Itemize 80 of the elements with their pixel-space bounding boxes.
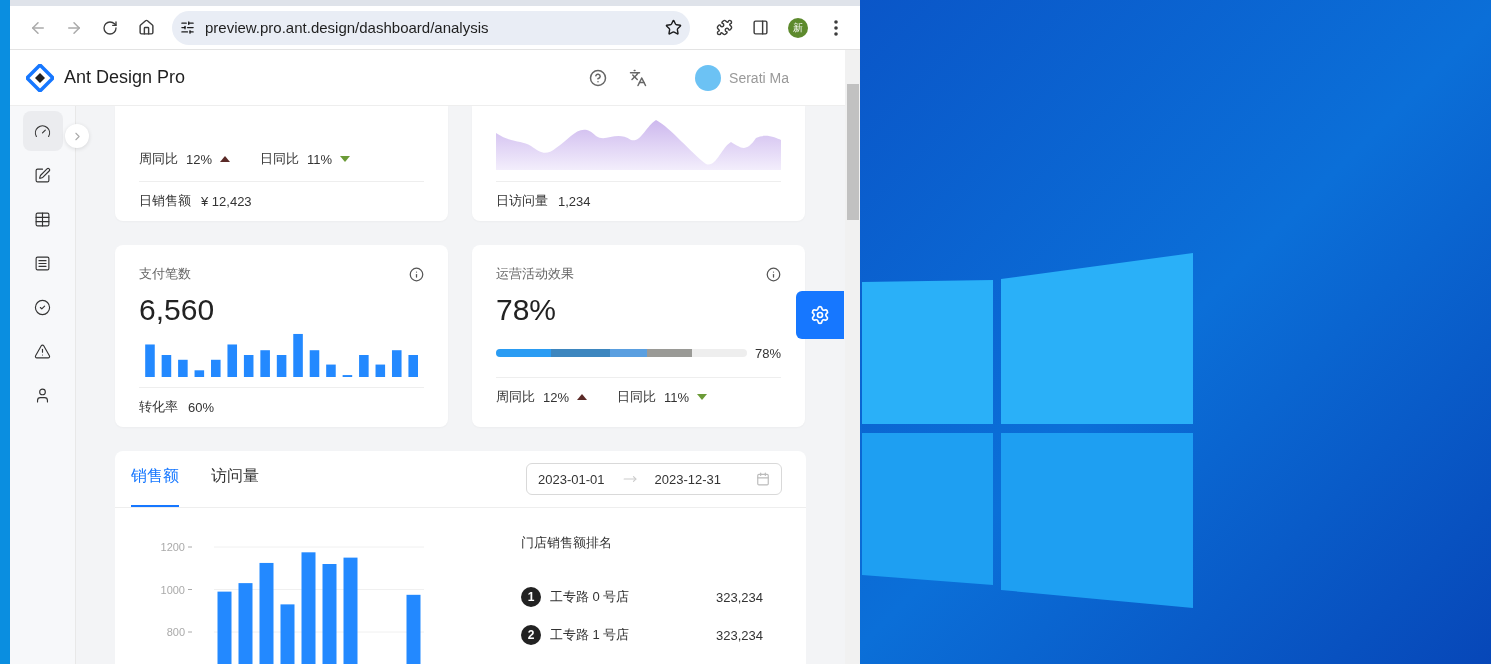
sparkline-bar <box>359 355 369 377</box>
footer-label: 日访问量 <box>496 192 548 210</box>
store-name: 工专路 1 号店 <box>550 626 631 644</box>
footer-value: 1,234 <box>558 193 591 209</box>
sparkline-bar <box>178 359 188 377</box>
dashboard-icon <box>34 122 51 140</box>
trend-value: 11% <box>307 151 333 167</box>
sparkline-bar <box>145 344 155 377</box>
chart-bar <box>406 594 421 664</box>
card-title: 运营活动效果 <box>496 265 574 283</box>
end-date: 2023-12-31 <box>654 471 721 487</box>
info-icon <box>409 266 424 282</box>
date-range-picker[interactable]: 2023-01-01 2023-12-31 <box>526 463 782 495</box>
puzzle-icon <box>715 19 733 36</box>
tab[interactable]: 访问量 <box>211 466 259 507</box>
app-name: Ant Design Pro <box>64 67 187 88</box>
sparkline-bar <box>161 355 172 377</box>
trend-label: 日同比 <box>617 388 657 406</box>
logo-icon <box>26 63 54 92</box>
trend-value: 12% <box>543 389 570 405</box>
start-date: 2023-01-01 <box>538 471 605 487</box>
chart-bar <box>280 604 295 664</box>
help-icon[interactable] <box>589 68 608 87</box>
footer-label: 转化率 <box>139 398 178 416</box>
settings-icon <box>810 305 830 325</box>
axis-tick-label: 1000 <box>160 583 185 596</box>
reload-icon <box>102 19 118 36</box>
sparkline-bar <box>326 364 336 377</box>
sparkline-bar <box>293 333 303 377</box>
check-circle-icon <box>34 298 51 316</box>
settings-button[interactable] <box>796 291 844 339</box>
sparkline-bar <box>375 364 386 377</box>
store-sales: 323,234 <box>716 589 763 605</box>
sparkline-bar <box>243 355 254 377</box>
profile-avatar[interactable]: 新 <box>788 17 808 38</box>
calendar-icon <box>756 472 770 486</box>
warning-icon <box>34 342 51 360</box>
trend-label: 日同比 <box>260 150 300 168</box>
store-name: 工专路 0 号店 <box>550 588 631 606</box>
home-icon <box>137 19 155 36</box>
url-text: preview.pro.ant.design/dashboard/analysis <box>205 19 490 36</box>
list-icon <box>34 254 51 272</box>
sparkline-bar <box>276 355 287 377</box>
trend-label: 周同比 <box>496 388 535 406</box>
site-settings-icon <box>180 20 195 35</box>
store-sales: 323,234 <box>716 627 763 643</box>
rank-number: 2 <box>521 625 541 645</box>
stat-value: 78% <box>496 292 558 328</box>
stat-value: 6,560 <box>139 292 216 328</box>
table-icon <box>34 210 51 228</box>
sparkline-bar <box>392 350 402 377</box>
sparkline-bar <box>342 375 353 377</box>
scrollbar[interactable] <box>845 50 860 664</box>
translate-icon[interactable] <box>629 68 648 87</box>
more-icon <box>834 19 838 36</box>
footer-value: 60% <box>188 399 215 415</box>
side-panel-icon <box>751 19 769 36</box>
edit-icon <box>34 166 51 184</box>
address-bar[interactable]: preview.pro.ant.design/dashboard/analysis <box>172 10 690 45</box>
sparkline-bar <box>211 359 221 377</box>
info-icon <box>766 266 781 282</box>
sparkline-bar <box>408 355 418 377</box>
sparkline-bar <box>260 350 270 377</box>
sparkline-bar <box>309 350 320 377</box>
trend-label: 周同比 <box>139 150 178 168</box>
user-icon <box>34 386 51 404</box>
sparkline-bar <box>227 344 237 377</box>
card-title: 支付笔数 <box>139 265 191 283</box>
trend-value: 12% <box>186 151 213 167</box>
progress-label: 78% <box>754 345 781 361</box>
sparkline-bar <box>194 370 205 377</box>
star-icon <box>665 19 682 36</box>
trend-value: 11% <box>664 389 690 405</box>
rank-number: 1 <box>521 587 541 607</box>
axis-tick-label: 1200 <box>160 541 185 553</box>
axis-tick-label: 800 <box>166 626 185 638</box>
ranking-title: 门店销售额排名 <box>521 534 613 552</box>
footer-value: ¥ 12,423 <box>201 193 252 209</box>
footer-label: 日销售额 <box>139 192 191 210</box>
tab[interactable]: 销售额 <box>131 466 179 507</box>
